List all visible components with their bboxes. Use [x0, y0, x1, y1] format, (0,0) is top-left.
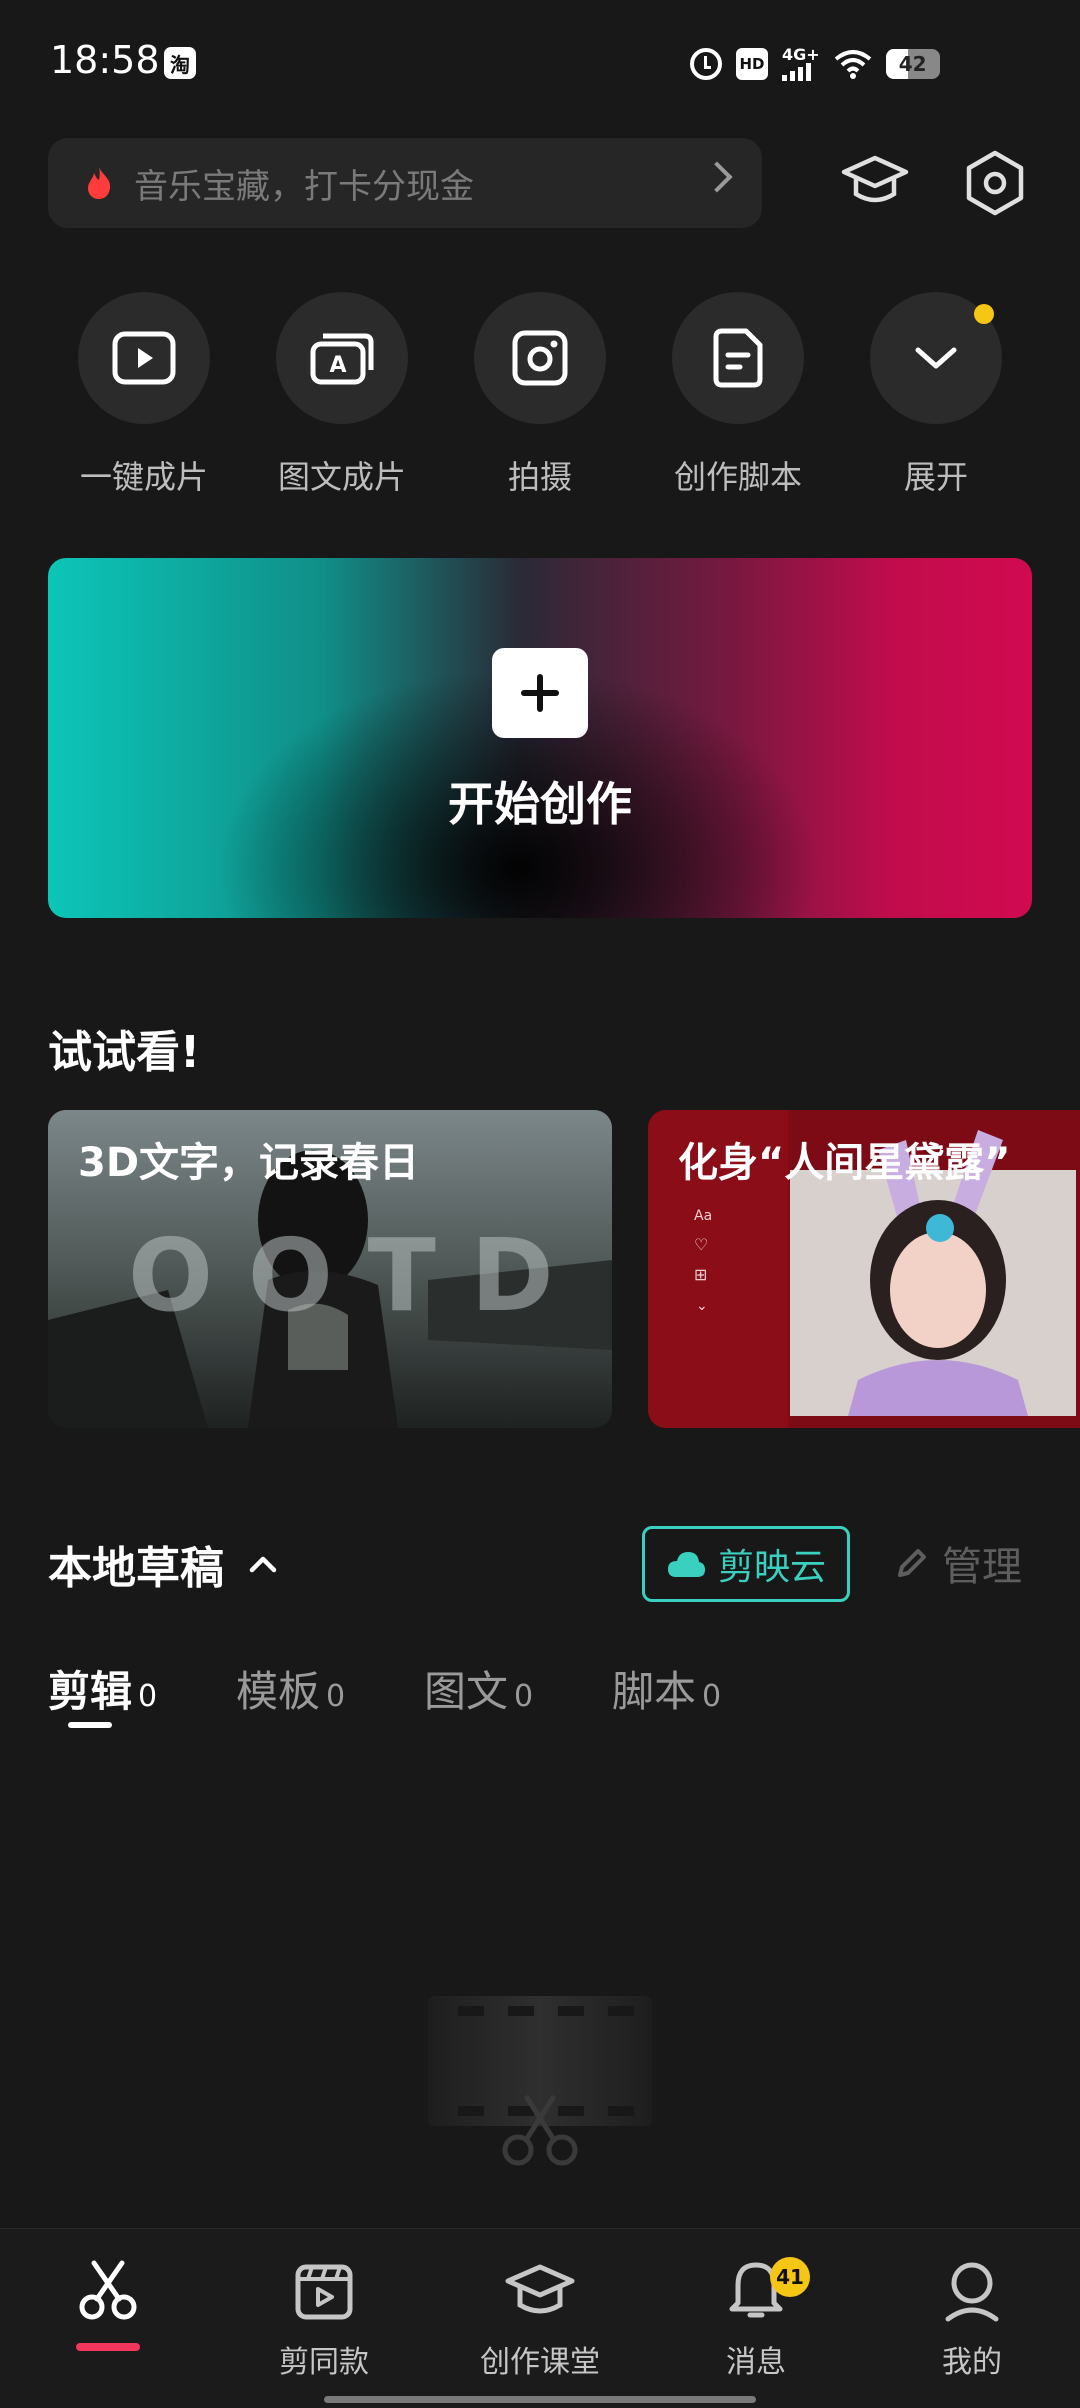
svg-text:⌄: ⌄	[696, 1298, 708, 1314]
svg-text:O O T D: O O T D	[128, 1217, 554, 1334]
search-bar[interactable]: 音乐宝藏，打卡分现金	[48, 138, 762, 228]
tab-label: 脚本	[612, 1667, 697, 1716]
play-box-icon	[112, 331, 176, 385]
start-creation-banner[interactable]: 开始创作	[48, 558, 1032, 918]
svg-text:⊞: ⊞	[694, 1265, 707, 1284]
tab-label: 模板	[236, 1667, 321, 1716]
network-type: 4G+	[782, 45, 820, 64]
draft-tab-template[interactable]: 模板 0	[236, 1658, 345, 1719]
status-time: 18:58	[50, 38, 160, 82]
settings-hexagon-icon[interactable]	[960, 148, 1030, 218]
manage-label: 管理	[942, 1544, 1022, 1590]
nav-label: 我的	[942, 2345, 1002, 2380]
quick-action-label: 展开	[903, 458, 968, 496]
search-placeholder: 音乐宝藏，打卡分现金	[134, 166, 474, 207]
empty-drafts-film-icon	[428, 1996, 652, 2166]
card-title: 3D文字，记录春日	[78, 1140, 420, 1186]
quick-action-label: 一键成片	[79, 458, 208, 496]
chevron-right-icon	[701, 161, 733, 193]
tab-count: 0	[702, 1679, 722, 1714]
alarm-icon	[690, 48, 722, 80]
circle-bg	[672, 292, 804, 424]
start-creation-label: 开始创作	[448, 777, 632, 831]
local-drafts-title: 本地草稿	[48, 1543, 224, 1594]
card-title: 化身“人间星黛露”	[678, 1140, 1011, 1186]
draft-tab-image-text[interactable]: 图文 0	[424, 1658, 533, 1719]
svg-text:A: A	[329, 353, 346, 378]
circle-bg	[870, 292, 1002, 424]
quick-action-expand[interactable]: 展开	[866, 292, 1006, 498]
local-drafts-toggle[interactable]: 本地草稿	[48, 1532, 278, 1596]
quick-action-shoot[interactable]: 拍摄	[470, 292, 610, 498]
nav-messages[interactable]: 消息 41	[656, 2257, 856, 2381]
svg-text:♡: ♡	[694, 1235, 708, 1254]
circle-bg: A	[276, 292, 408, 424]
capcut-cloud-button[interactable]: 剪映云	[642, 1526, 850, 1602]
tab-count: 0	[326, 1679, 346, 1714]
user-profile-icon	[945, 2262, 999, 2322]
quick-action-creative-script[interactable]: 创作脚本	[668, 292, 808, 498]
quick-action-one-click-video[interactable]: 一键成片	[74, 292, 214, 498]
nav-edit[interactable]	[8, 2259, 208, 2351]
scissors-icon	[79, 2260, 137, 2320]
svg-text:Aa: Aa	[694, 1208, 712, 1224]
image-text-icon: A	[310, 333, 374, 385]
quick-action-label: 创作脚本	[673, 458, 802, 496]
template-card-3d-text[interactable]: O O T D 3D文字，记录春日	[48, 1110, 612, 1428]
bottom-navigation: 剪同款 创作课堂 消息 41 我的	[0, 2228, 1080, 2408]
battery-icon: 42	[885, 49, 940, 79]
notification-dot	[974, 304, 994, 324]
quick-action-label: 拍摄	[507, 458, 572, 496]
cloud-label: 剪映云	[717, 1547, 826, 1588]
script-doc-icon	[713, 328, 763, 388]
status-icons: HD 4G+ 42	[690, 44, 940, 84]
wifi-icon	[834, 50, 871, 79]
nav-profile[interactable]: 我的	[872, 2259, 1072, 2381]
nav-label: 创作课堂	[480, 2345, 600, 2380]
template-card-stella-lou[interactable]: Aa ♡ ⊞ ⌄ 化身“人间星黛露”	[648, 1110, 1080, 1428]
graduation-cap-icon	[505, 2264, 575, 2314]
tab-label: 图文	[424, 1667, 509, 1716]
draft-tab-edit[interactable]: 剪辑 0	[48, 1658, 157, 1719]
camera-icon	[512, 330, 568, 386]
cloud-icon	[667, 1552, 705, 1577]
active-tab-indicator	[68, 1722, 112, 1728]
nav-creator-class[interactable]: 创作课堂	[440, 2259, 640, 2381]
clapper-board-icon	[295, 2264, 353, 2320]
plus-icon	[492, 648, 588, 738]
pencil-icon	[898, 1549, 926, 1577]
circle-bg	[78, 292, 210, 424]
quick-action-label: 图文成片	[277, 458, 406, 496]
chevron-up-icon	[249, 1556, 277, 1573]
try-section-title: 试试看!	[48, 1027, 201, 1078]
battery-level: 42	[898, 52, 927, 76]
taobao-notification-icon: 淘	[164, 47, 196, 79]
graduation-cap-icon[interactable]	[840, 148, 910, 218]
tab-label: 剪辑	[48, 1667, 133, 1716]
active-nav-indicator	[76, 2343, 140, 2351]
quick-action-image-text-video[interactable]: A 图文成片	[272, 292, 412, 498]
manage-button[interactable]: 管理	[894, 1534, 1022, 1592]
hd-icon: HD	[736, 48, 768, 80]
home-indicator[interactable]	[324, 2396, 756, 2403]
draft-tab-script[interactable]: 脚本 0	[612, 1658, 721, 1719]
fire-icon	[88, 167, 111, 199]
cellular-signal-icon: 4G+	[782, 47, 820, 81]
circle-bg	[474, 292, 606, 424]
tab-count: 0	[514, 1679, 534, 1714]
nav-label: 剪同款	[279, 2345, 369, 2380]
tab-count: 0	[138, 1679, 158, 1714]
nav-templates[interactable]: 剪同款	[224, 2259, 424, 2381]
chevron-down-icon	[915, 347, 957, 369]
message-count-badge: 41	[770, 2257, 810, 2297]
nav-label: 消息	[726, 2345, 786, 2380]
